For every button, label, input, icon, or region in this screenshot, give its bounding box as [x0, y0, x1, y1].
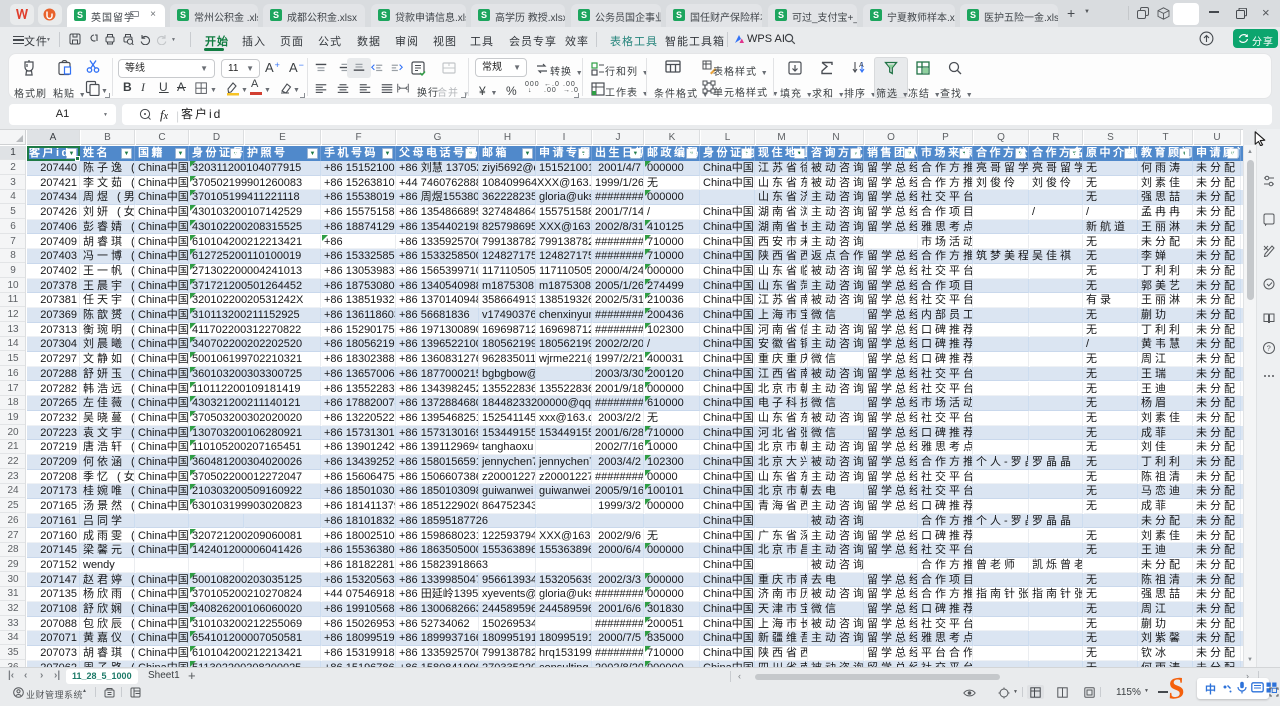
- svg-text:A: A: [859, 62, 864, 69]
- svg-text:?: ?: [1267, 344, 1271, 353]
